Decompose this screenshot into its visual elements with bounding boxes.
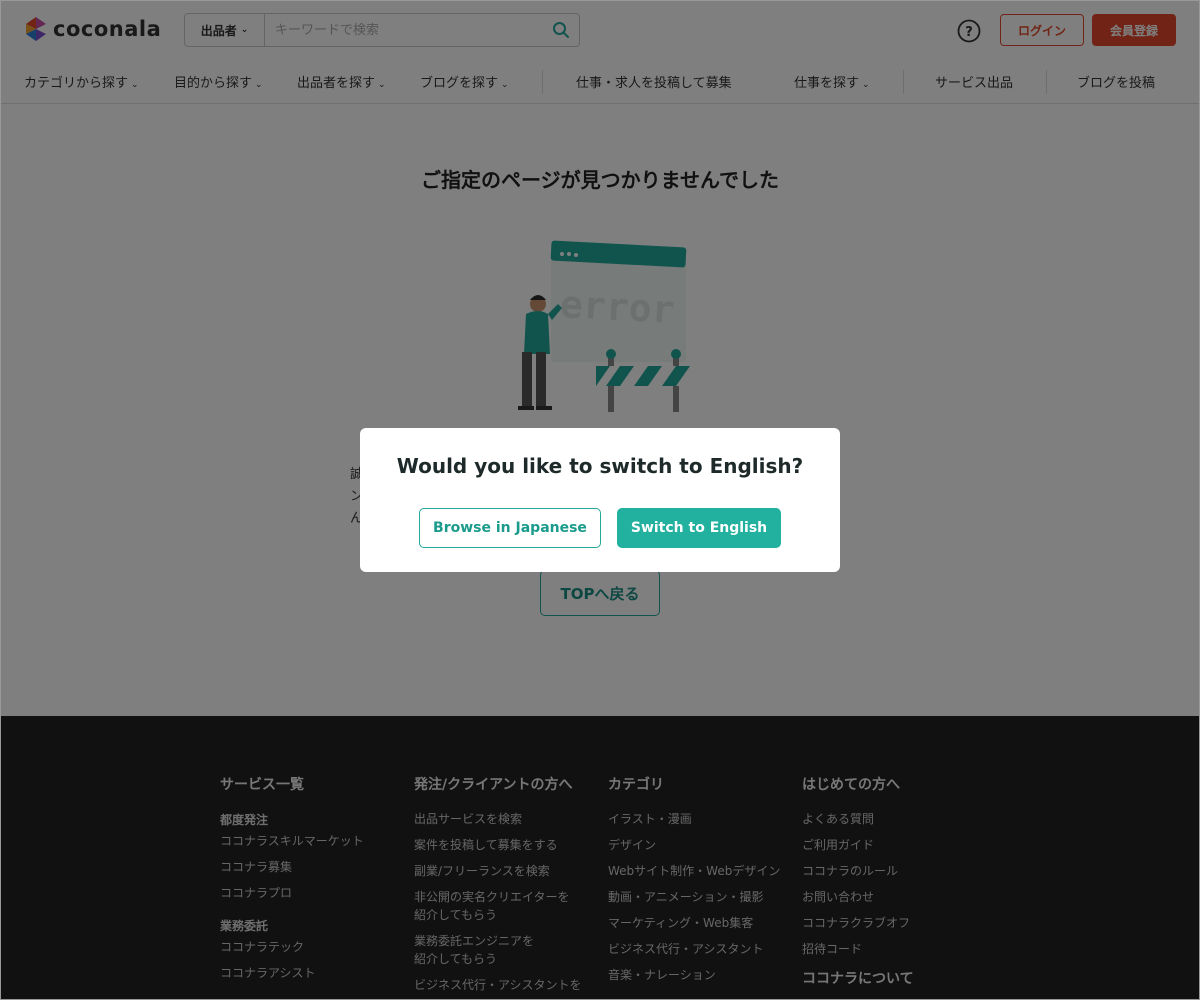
switch-to-english-button[interactable]: Switch to English xyxy=(617,508,781,548)
modal-title: Would you like to switch to English? xyxy=(396,454,804,478)
browse-in-japanese-button[interactable]: Browse in Japanese xyxy=(419,508,601,548)
language-switch-modal: Would you like to switch to English? Bro… xyxy=(360,428,840,572)
